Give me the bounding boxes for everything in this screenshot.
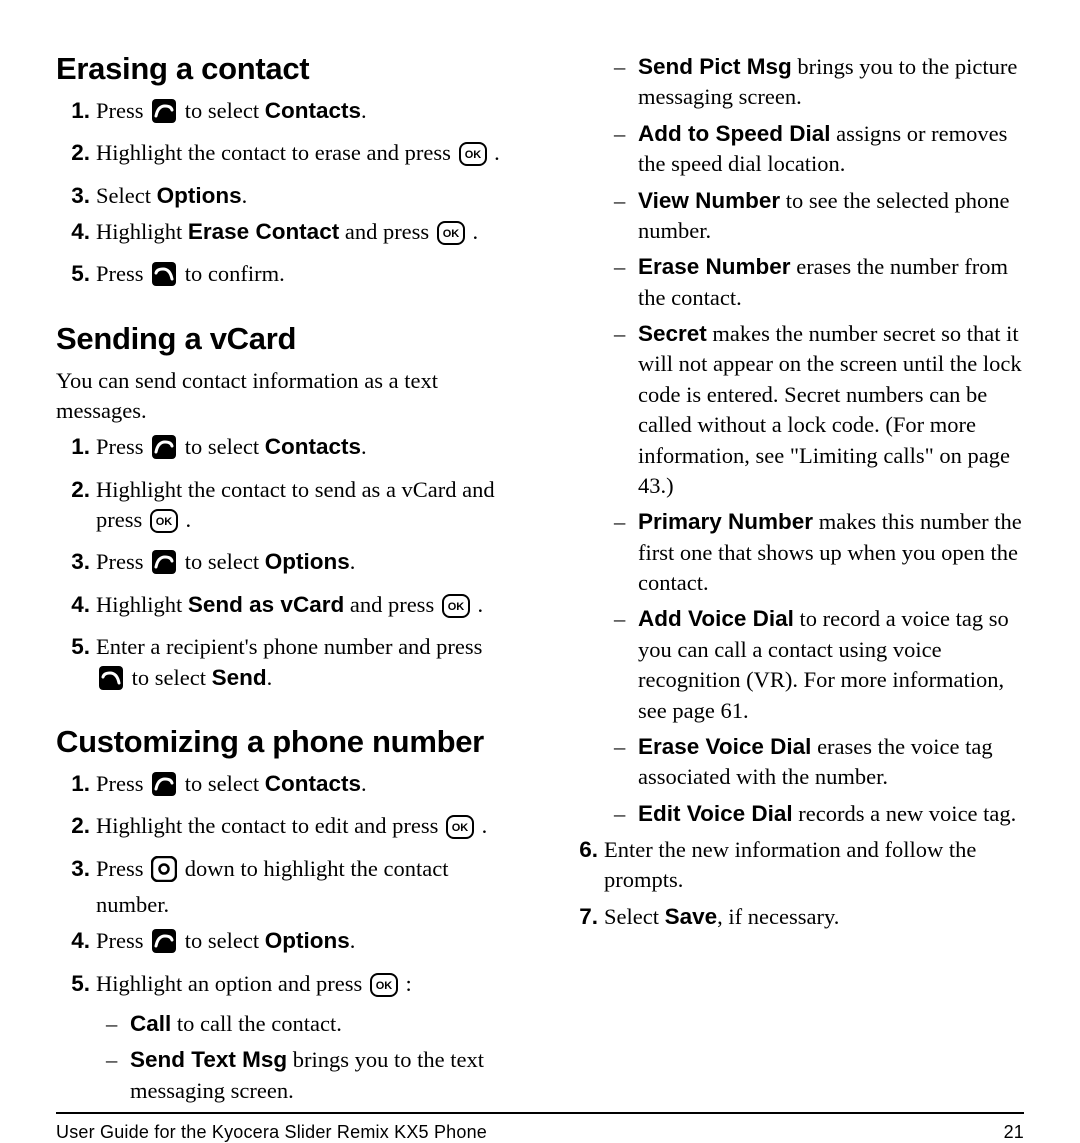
custom-options-a: Call to call the contact. Send Text Msg … bbox=[96, 1009, 516, 1106]
heading-vcard: Sending a vCard bbox=[56, 318, 516, 360]
page-footer: User Guide for the Kyocera Slider Remix … bbox=[56, 1112, 1024, 1143]
ok-key-icon bbox=[370, 973, 398, 1005]
list-item: Add to Speed Dial assigns or removes the… bbox=[638, 119, 1024, 180]
list-item: Highlight Send as vCard and press . bbox=[96, 590, 516, 626]
list-item: Press to select Options. bbox=[96, 547, 516, 583]
list-item: Press to select Contacts. bbox=[96, 769, 516, 805]
list-item: Highlight the contact to erase and press… bbox=[96, 138, 516, 174]
softkey-left-icon bbox=[151, 98, 177, 132]
custom-steps-b: Enter the new information and follow the… bbox=[564, 835, 1024, 932]
heading-erasing: Erasing a contact bbox=[56, 48, 516, 90]
ok-key-icon bbox=[459, 142, 487, 174]
nav-key-icon bbox=[151, 856, 177, 890]
list-item: Edit Voice Dial records a new voice tag. bbox=[638, 799, 1024, 829]
list-item: Highlight the contact to edit and press … bbox=[96, 811, 516, 847]
list-item: Call to call the contact. bbox=[130, 1009, 516, 1039]
list-item: Highlight an option and press : Call to … bbox=[96, 969, 516, 1107]
list-item: Press to confirm. bbox=[96, 259, 516, 295]
two-column-layout: Erasing a contact Press to select Contac… bbox=[56, 48, 1024, 1112]
list-item: Press to select Contacts. bbox=[96, 432, 516, 468]
custom-steps-a: Press to select Contacts. Highlight the … bbox=[56, 769, 516, 1106]
list-item: Secret makes the number secret so that i… bbox=[638, 319, 1024, 501]
list-item: View Number to see the selected phone nu… bbox=[638, 186, 1024, 247]
ok-key-icon bbox=[150, 509, 178, 541]
list-item: Enter the new information and follow the… bbox=[604, 835, 1024, 896]
list-item: Highlight the contact to send as a vCard… bbox=[96, 475, 516, 542]
left-column: Erasing a contact Press to select Contac… bbox=[56, 48, 516, 1112]
ok-key-icon bbox=[437, 221, 465, 253]
list-item: Press to select Options. bbox=[96, 926, 516, 962]
list-item: Select Options. bbox=[96, 181, 516, 211]
list-item: Enter a recipient's phone number and pre… bbox=[96, 632, 516, 699]
softkey-right-icon bbox=[98, 665, 124, 699]
softkey-left-icon bbox=[151, 434, 177, 468]
softkey-right-icon bbox=[151, 261, 177, 295]
list-item: Press to select Contacts. bbox=[96, 96, 516, 132]
manual-page: Erasing a contact Press to select Contac… bbox=[0, 0, 1080, 1080]
list-item: Send Pict Msg brings you to the picture … bbox=[638, 52, 1024, 113]
softkey-left-icon bbox=[151, 928, 177, 962]
list-item: Primary Number makes this number the fir… bbox=[638, 507, 1024, 598]
list-item: Press down to highlight the contact numb… bbox=[96, 854, 516, 921]
footer-text: User Guide for the Kyocera Slider Remix … bbox=[56, 1122, 487, 1143]
custom-options-b: Send Pict Msg brings you to the picture … bbox=[564, 52, 1024, 829]
softkey-left-icon bbox=[151, 771, 177, 805]
vcard-steps: Press to select Contacts. Highlight the … bbox=[56, 432, 516, 699]
list-item: Highlight Erase Contact and press . bbox=[96, 217, 516, 253]
list-item: Select Save, if necessary. bbox=[604, 902, 1024, 932]
vcard-intro: You can send contact information as a te… bbox=[56, 366, 516, 427]
heading-customizing: Customizing a phone number bbox=[56, 721, 516, 763]
list-item: Erase Voice Dial erases the voice tag as… bbox=[638, 732, 1024, 793]
list-item: Erase Number erases the number from the … bbox=[638, 252, 1024, 313]
footer-page-number: 21 bbox=[1004, 1122, 1024, 1143]
right-column: Send Pict Msg brings you to the picture … bbox=[564, 48, 1024, 1112]
list-item: Send Text Msg brings you to the text mes… bbox=[130, 1045, 516, 1106]
erase-steps: Press to select Contacts. Highlight the … bbox=[56, 96, 516, 296]
ok-key-icon bbox=[442, 594, 470, 626]
list-item: Add Voice Dial to record a voice tag so … bbox=[638, 604, 1024, 726]
softkey-left-icon bbox=[151, 549, 177, 583]
ok-key-icon bbox=[446, 815, 474, 847]
